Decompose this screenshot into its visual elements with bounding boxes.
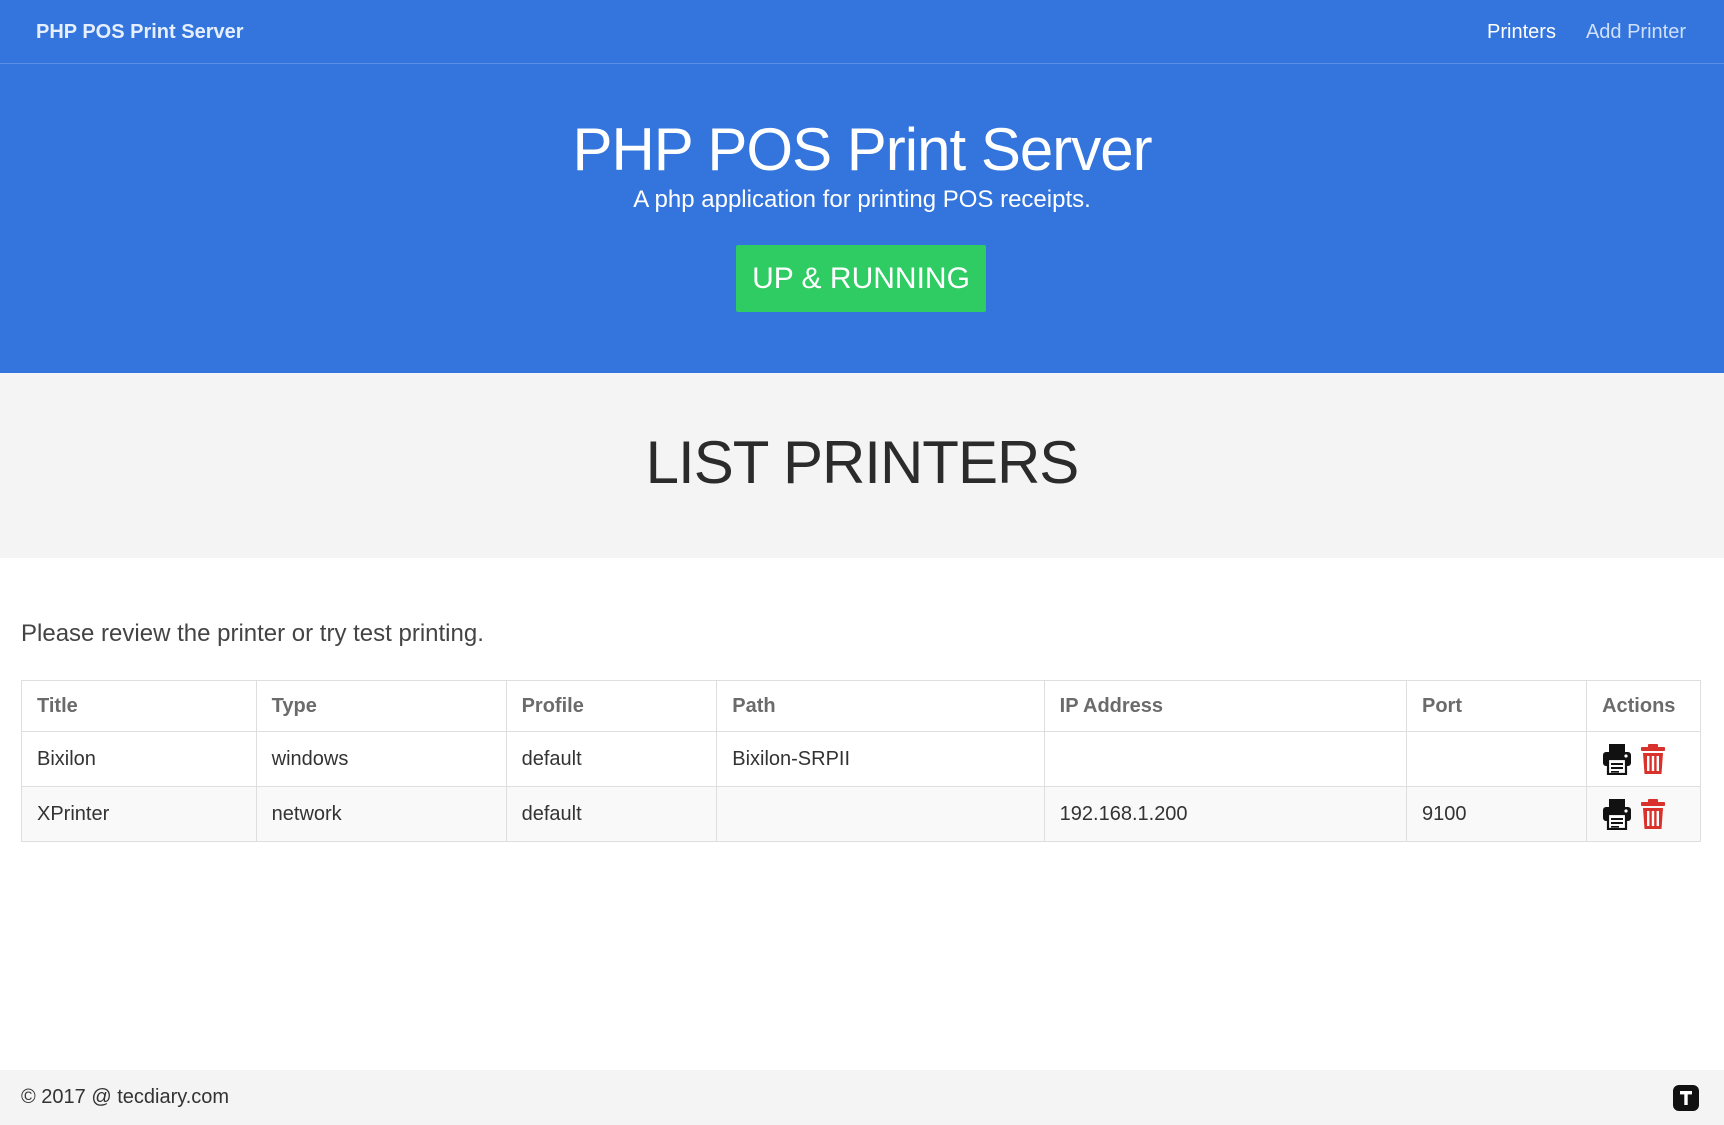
table-row: Bixilon windows default Bixilon-SRPII (21, 731, 1701, 787)
column-header-port: Port (1405, 680, 1588, 732)
nav-links: Printers Add Printer (1457, 0, 1686, 64)
cell-port (1405, 731, 1588, 787)
printer-icon[interactable] (1602, 798, 1632, 830)
column-header-ip-address: IP Address (1043, 680, 1408, 732)
nav-link-printers[interactable]: Printers (1487, 21, 1556, 44)
cell-title: Bixilon (21, 731, 257, 787)
printer-icon[interactable] (1602, 743, 1632, 775)
table-row: XPrinter network default 192.168.1.200 9… (21, 786, 1701, 842)
footer: © 2017 @ tecdiary.com (0, 1070, 1724, 1125)
footer-copyright: © 2017 @ tecdiary.com (21, 1086, 230, 1108)
cell-port: 9100 (1405, 786, 1588, 842)
column-header-actions: Actions (1586, 680, 1701, 732)
trash-icon[interactable] (1638, 743, 1668, 775)
cell-actions (1586, 731, 1701, 787)
section-title: LIST PRINTERS (645, 429, 1080, 496)
status-button[interactable]: UP & RUNNING (736, 245, 986, 312)
cell-profile: default (505, 786, 718, 842)
cell-path (716, 786, 1045, 842)
column-header-title: Title (21, 680, 257, 732)
column-header-path: Path (716, 680, 1045, 732)
trash-icon[interactable] (1638, 798, 1668, 830)
brand-link[interactable]: PHP POS Print Server (36, 0, 244, 64)
section-header: LIST PRINTERS (0, 373, 1724, 558)
tecdiary-logo-icon[interactable] (1672, 1084, 1700, 1112)
cell-profile: default (505, 731, 718, 787)
cell-ip-address: 192.168.1.200 (1043, 786, 1408, 842)
hero-title: PHP POS Print Server (572, 116, 1152, 183)
navbar: PHP POS Print Server Printers Add Printe… (0, 0, 1724, 64)
cell-path: Bixilon-SRPII (716, 731, 1045, 787)
cell-title: XPrinter (21, 786, 257, 842)
cell-type: network (255, 786, 507, 842)
hero-banner: PHP POS Print Server A php application f… (0, 64, 1724, 373)
nav-link-add-printer[interactable]: Add Printer (1586, 21, 1686, 44)
column-header-profile: Profile (505, 680, 718, 732)
table-header-row: Title Type Profile Path IP Address Port … (21, 680, 1701, 732)
cell-actions (1586, 786, 1701, 842)
cell-type: windows (255, 731, 507, 787)
intro-text: Please review the printer or try test pr… (21, 620, 484, 647)
column-header-type: Type (255, 680, 507, 732)
printers-table: Title Type Profile Path IP Address Port … (21, 680, 1701, 842)
hero-subtitle: A php application for printing POS recei… (633, 186, 1091, 213)
cell-ip-address (1043, 731, 1408, 787)
